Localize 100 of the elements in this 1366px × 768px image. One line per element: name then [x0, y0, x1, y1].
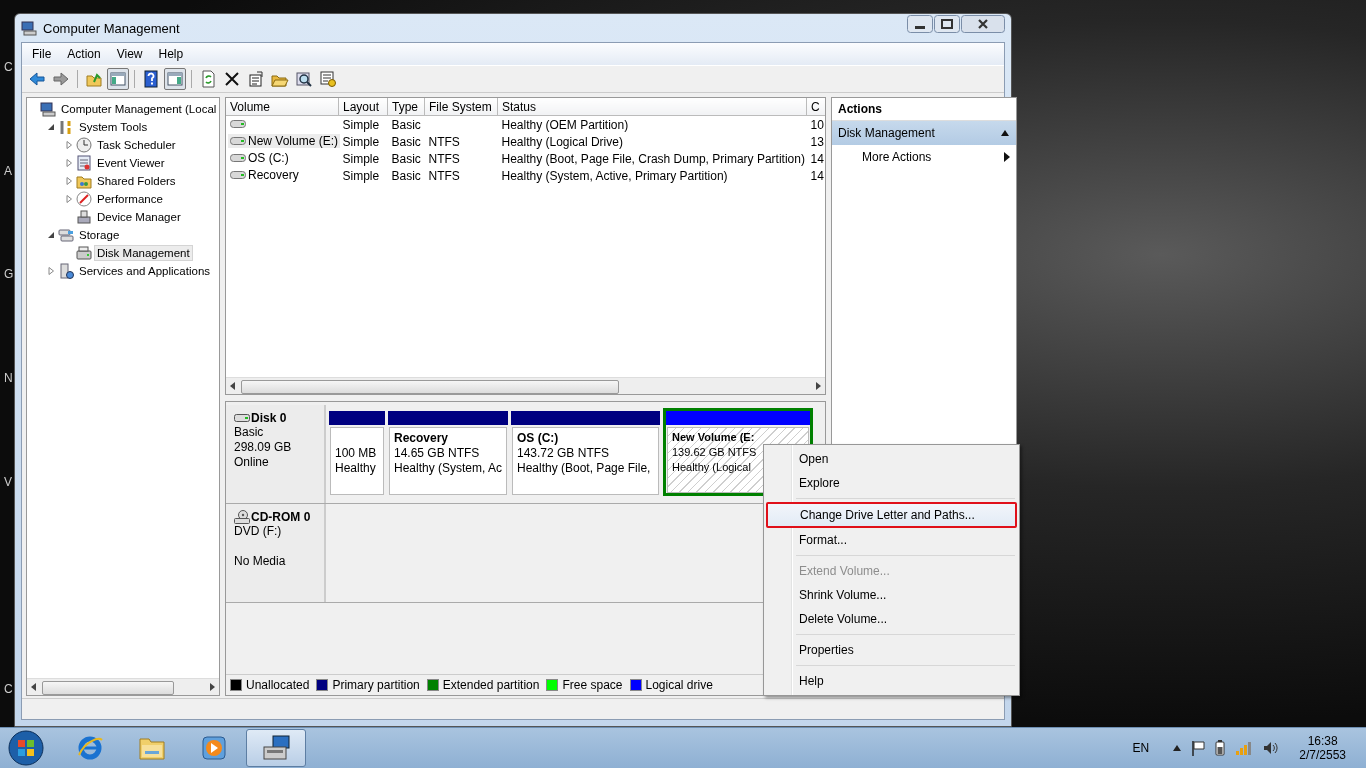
partition-body[interactable]: OS (C:) 143.72 GB NTFS Healthy (Boot, Page File,: [512, 427, 659, 495]
table-cell: NTFS: [428, 134, 460, 149]
menu-item[interactable]: Action: [59, 45, 109, 63]
computer-management-icon: [261, 733, 291, 763]
device-icon: [76, 209, 92, 225]
partition-size: 14.65 GB NTFS: [394, 446, 481, 461]
submenu-arrow-icon: [1004, 152, 1010, 162]
menu-item[interactable]: View: [108, 45, 151, 63]
desktop-icon-label[interactable]: G: [4, 267, 14, 281]
tree-item[interactable]: Event Viewer: [94, 155, 168, 171]
maximize-icon[interactable]: [934, 15, 960, 33]
drive-icon: [58, 227, 74, 243]
menu-item[interactable]: Format...: [766, 528, 1017, 552]
language-indicator[interactable]: EN: [1132, 741, 1150, 755]
media-player-icon: [199, 733, 229, 763]
computer-icon: [21, 20, 37, 36]
collapsed-arrow-icon[interactable]: [47, 267, 55, 275]
minimize-icon[interactable]: [907, 15, 933, 33]
table-row[interactable]: New Volume (E:): [228, 134, 341, 148]
menu-item[interactable]: Shrink Volume...: [766, 583, 1017, 607]
table-cell: 14: [810, 168, 824, 183]
show-hidden-icons-icon[interactable]: [1173, 745, 1182, 751]
menu-item[interactable]: Change Drive Letter and Paths...: [766, 502, 1017, 528]
speaker-icon[interactable]: [1263, 741, 1280, 755]
start-button-icon[interactable]: [6, 728, 46, 768]
clock[interactable]: 16:38 2/7/2553: [1299, 734, 1346, 762]
tree-item[interactable]: Services and Applications: [76, 263, 214, 279]
desktop-icon-label[interactable]: C: [4, 60, 13, 74]
table-cell: Healthy (OEM Partition): [501, 117, 629, 132]
table-cell: Basic: [391, 168, 421, 183]
drive-icon: [230, 170, 246, 180]
horizontal-scrollbar[interactable]: [226, 377, 825, 394]
table-cell: Simple: [342, 168, 380, 183]
legend-label: Logical drive: [645, 678, 713, 692]
battery-icon[interactable]: [1215, 740, 1226, 756]
actions-section-header[interactable]: Disk Management: [832, 121, 1016, 145]
drive-icon: [230, 118, 246, 129]
tree-item[interactable]: System Tools: [76, 119, 151, 135]
menu-item[interactable]: Delete Volume...: [766, 607, 1017, 631]
tree-item[interactable]: Performance: [94, 191, 166, 207]
menu-item[interactable]: File: [24, 45, 60, 63]
scrollbar-thumb[interactable]: [42, 681, 174, 695]
folder-icon: [76, 173, 92, 189]
tree-item[interactable]: Device Manager: [94, 209, 184, 225]
clock-icon: [76, 137, 92, 153]
help-icon: [142, 70, 160, 88]
table-row[interactable]: [228, 118, 248, 129]
desktop-icon-label[interactable]: C: [4, 682, 13, 696]
collapsed-arrow-icon[interactable]: [65, 141, 73, 149]
scrollbar-thumb[interactable]: [241, 380, 619, 394]
close-icon[interactable]: [961, 15, 1005, 33]
tree-item[interactable]: Disk Management: [94, 245, 193, 261]
menu-item[interactable]: Properties: [766, 638, 1017, 662]
column-header[interactable]: File System: [424, 98, 498, 116]
column-header[interactable]: Layout: [338, 98, 388, 116]
collapsed-arrow-icon[interactable]: [65, 195, 73, 203]
collapsed-arrow-icon[interactable]: [65, 159, 73, 167]
partition-body[interactable]: 100 MB Healthy: [330, 427, 384, 495]
legend-label: Unallocated: [246, 678, 310, 692]
tree-item[interactable]: Computer Management (Local: [58, 101, 219, 117]
column-header[interactable]: Status: [497, 98, 807, 116]
table-cell: Simple: [342, 117, 380, 132]
tree-item[interactable]: Storage: [76, 227, 123, 243]
partition-size: 139.62 GB NTFS: [672, 446, 758, 460]
table-cell: Recovery: [248, 168, 299, 182]
partition-status: Healthy (Logical: [672, 461, 752, 475]
table-row[interactable]: OS (C:): [228, 151, 291, 165]
log-icon: [76, 155, 92, 171]
window-title: Computer Management: [43, 20, 181, 36]
table-cell: OS (C:): [248, 151, 289, 165]
pane-icon: [109, 70, 127, 88]
tree-item[interactable]: Shared Folders: [94, 173, 179, 189]
expanded-arrow-icon[interactable]: [47, 123, 55, 131]
table-row[interactable]: Recovery: [228, 168, 301, 182]
menu-item[interactable]: Help: [766, 669, 1017, 693]
table-cell: 10: [810, 117, 824, 132]
column-header[interactable]: Volume: [226, 98, 339, 116]
partition-body[interactable]: Recovery 14.65 GB NTFS Healthy (System, Ac: [389, 427, 507, 495]
legend-label: Extended partition: [442, 678, 540, 692]
table-cell: NTFS: [428, 168, 460, 183]
desktop-icon-label[interactable]: A: [4, 164, 12, 178]
menu-item[interactable]: Help: [150, 45, 192, 63]
column-header[interactable]: Type: [387, 98, 425, 116]
partition-status: Healthy: [335, 461, 377, 476]
desktop-icon-label[interactable]: V: [4, 475, 12, 489]
expanded-arrow-icon[interactable]: [47, 231, 55, 239]
horizontal-scrollbar[interactable]: [27, 678, 219, 695]
table-cell: Basic: [391, 134, 421, 149]
table-cell: Basic: [391, 151, 421, 166]
legend-label: Free space: [562, 678, 623, 692]
desktop-icon-label[interactable]: N: [4, 371, 13, 385]
drive-icon: [230, 136, 246, 146]
disk-detail: No Media: [234, 554, 287, 569]
table-cell: 13: [810, 134, 824, 149]
flag-icon[interactable]: [1191, 740, 1206, 756]
action-link[interactable]: More Actions: [832, 145, 1016, 169]
collapsed-arrow-icon[interactable]: [65, 177, 73, 185]
taskbar-button[interactable]: [246, 729, 306, 767]
drive-icon: [234, 413, 250, 423]
tree-item[interactable]: Task Scheduler: [94, 137, 179, 153]
